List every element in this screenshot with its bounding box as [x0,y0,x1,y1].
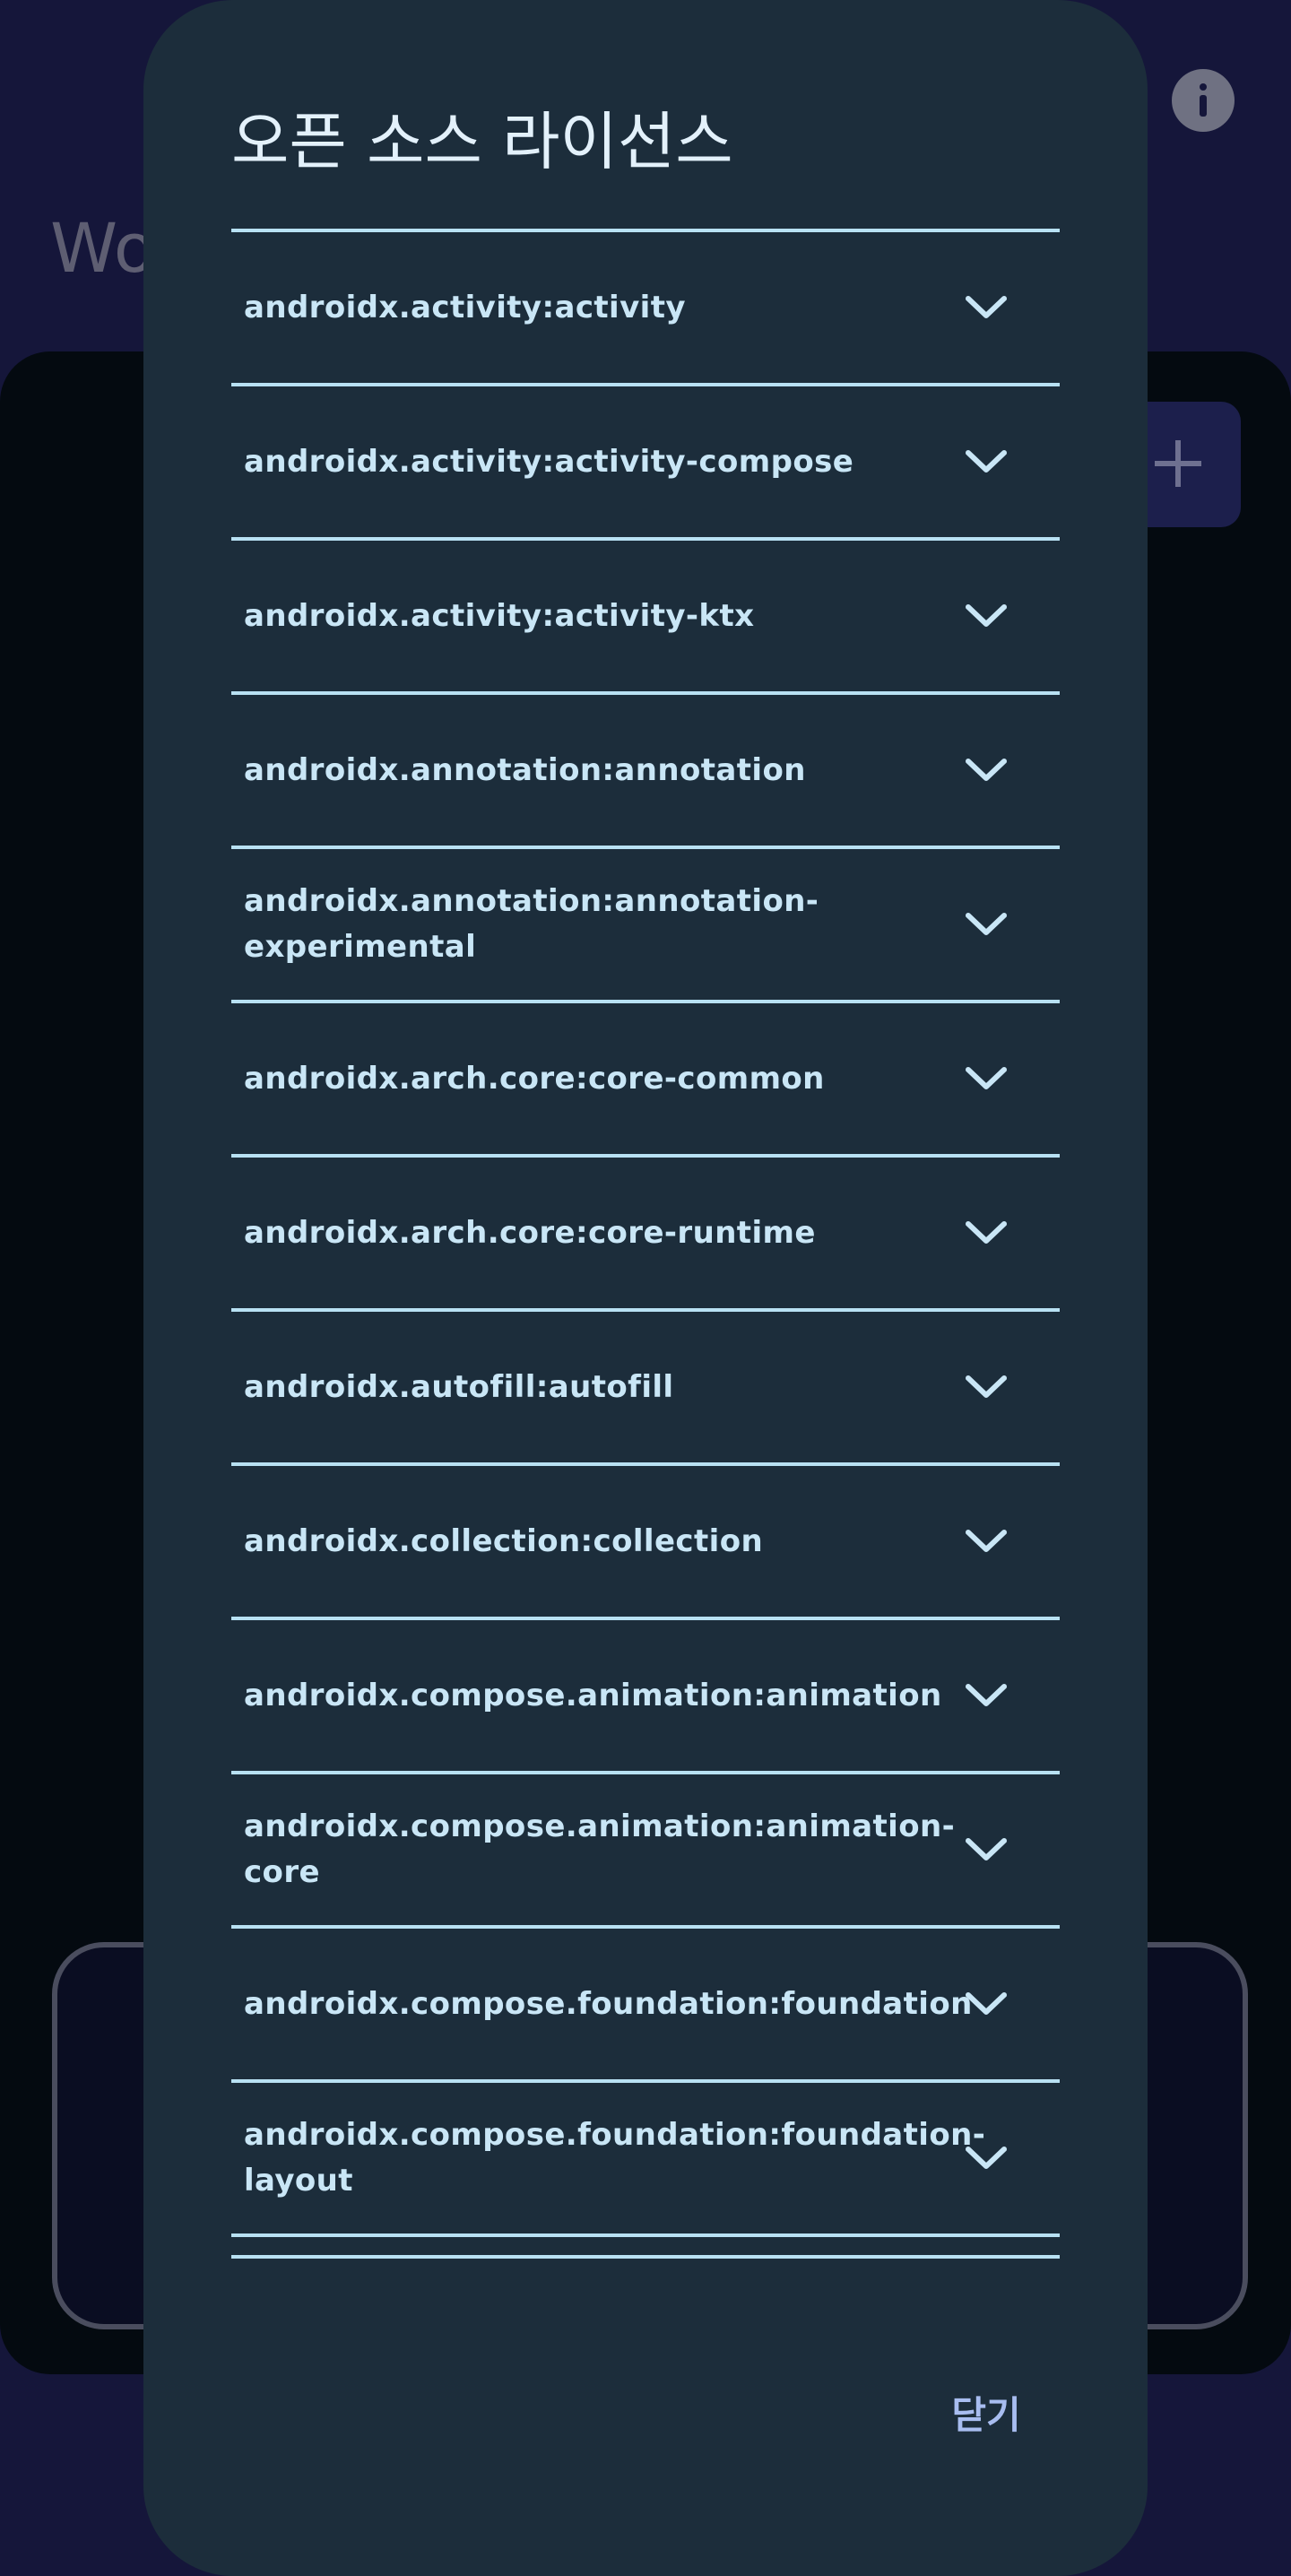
license-name: androidx.annotation:annotation [244,751,806,788]
license-item[interactable]: androidx.compose.animation:animation [231,1620,1060,1774]
license-name: androidx.compose.animation:animation-cor… [244,1808,956,1890]
license-item[interactable]: androidx.activity:activity-ktx [231,541,1060,695]
open-source-licenses-dialog: 오픈 소스 라이선스 androidx.activity:activity an… [143,0,1148,2576]
license-item[interactable]: androidx.compose.foundation:foundation-l… [231,2083,1060,2237]
list-bottom-divider [231,2255,1060,2259]
chevron-down-icon [966,1992,1007,2015]
license-item[interactable]: androidx.activity:activity [231,232,1060,386]
license-name: androidx.activity:activity-ktx [244,597,755,634]
chevron-down-icon [966,2147,1007,2169]
chevron-down-icon [966,1838,1007,1860]
chevron-down-icon [966,1375,1007,1398]
background-title: Wo [50,208,156,288]
chevron-down-icon [966,450,1007,473]
license-item[interactable]: androidx.compose.foundation:foundation [231,1929,1060,2083]
license-name: androidx.activity:activity-compose [244,443,854,480]
license-name: androidx.compose.animation:animation [244,1677,942,1713]
license-item[interactable]: androidx.arch.core:core-runtime [231,1158,1060,1312]
license-name: androidx.autofill:autofill [244,1368,674,1405]
chevron-down-icon [966,1530,1007,1552]
license-item[interactable]: androidx.compose.animation:animation-cor… [231,1774,1060,1929]
license-item[interactable]: androidx.collection:collection [231,1466,1060,1620]
license-item[interactable]: androidx.annotation:annotation [231,695,1060,849]
chevron-down-icon [966,296,1007,318]
chevron-down-icon [966,604,1007,627]
chevron-down-icon [966,913,1007,935]
license-items: androidx.activity:activity androidx.acti… [231,232,1060,2237]
license-name: androidx.compose.foundation:foundation [244,1985,973,2022]
license-name: androidx.arch.core:core-common [244,1060,825,1097]
dialog-title: 오픈 소스 라이선스 [231,105,733,178]
license-item[interactable]: androidx.activity:activity-compose [231,386,1060,541]
chevron-down-icon [966,1067,1007,1089]
license-name: androidx.arch.core:core-runtime [244,1214,816,1251]
license-name: androidx.activity:activity [244,289,686,325]
info-icon-dot [1200,83,1207,91]
license-name: androidx.annotation:annotation-experimen… [244,883,819,965]
license-name: androidx.compose.foundation:foundation-l… [244,2117,986,2199]
info-icon [1172,69,1235,132]
add-icon-vertical [1175,440,1181,487]
chevron-down-icon [966,1684,1007,1706]
license-list[interactable]: androidx.activity:activity androidx.acti… [231,229,1060,2259]
license-item[interactable]: androidx.annotation:annotation-experimen… [231,849,1060,1003]
chevron-down-icon [966,759,1007,781]
close-button[interactable]: 닫기 [923,2372,1049,2452]
info-icon-bar [1200,95,1207,117]
chevron-down-icon [966,1221,1007,1244]
license-name: androidx.collection:collection [244,1522,764,1559]
license-item[interactable]: androidx.autofill:autofill [231,1312,1060,1466]
license-item[interactable]: androidx.arch.core:core-common [231,1003,1060,1158]
